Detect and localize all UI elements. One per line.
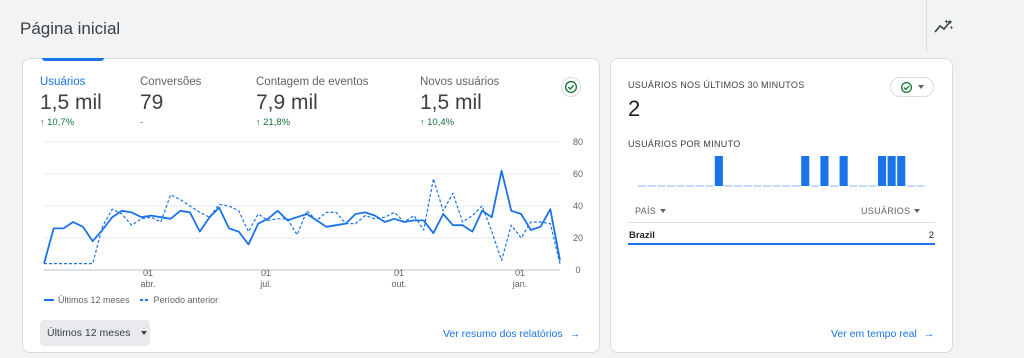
minute-bar xyxy=(801,156,810,186)
metric-value: 1,5 mil xyxy=(40,91,102,114)
metric-change: 10,4% xyxy=(427,117,455,128)
y-tick-label: 0 xyxy=(575,265,580,275)
view-reports-label: Ver resumo dos relatórios xyxy=(443,328,563,340)
users-cell: 2 xyxy=(928,230,934,241)
country-column-header[interactable]: PAÍS xyxy=(635,206,667,216)
metric-tab-conversoes[interactable]: Conversões 79 - xyxy=(140,76,250,134)
chart-legend: Últimos 12 meses Período anterior xyxy=(44,295,218,305)
arrow-up-icon: ↑ xyxy=(256,117,261,127)
metric-change: 10,7% xyxy=(47,117,75,128)
minute-bar xyxy=(820,156,829,186)
insights-icon[interactable] xyxy=(934,19,954,35)
country-cell: Brazil xyxy=(629,230,655,241)
x-tick-month: jul. xyxy=(259,279,272,289)
y-tick-label: 60 xyxy=(573,169,583,179)
arrow-up-icon: ↑ xyxy=(420,117,425,127)
page-title: Página inicial xyxy=(20,19,121,38)
caret-down-icon xyxy=(141,331,148,336)
minute-bar xyxy=(839,156,848,186)
metric-change: - xyxy=(140,117,144,128)
legend-solid-swatch xyxy=(44,299,54,301)
caret-down-icon xyxy=(660,209,667,213)
minute-bar-chart xyxy=(638,156,925,187)
date-range-dropdown[interactable]: Últimos 12 meses xyxy=(40,320,150,346)
x-tick-day: 01 xyxy=(143,268,153,278)
y-tick-label: 20 xyxy=(573,233,583,243)
x-tick-day: 01 xyxy=(394,268,404,278)
arrow-right-icon: → xyxy=(569,328,581,340)
legend-label: Últimos 12 meses xyxy=(58,295,130,305)
users-column-header[interactable]: USUÁRIOS xyxy=(861,206,921,216)
users-header-label: USUÁRIOS xyxy=(861,206,911,216)
minute-bar xyxy=(887,156,896,186)
arrow-up-icon: ↑ xyxy=(40,117,45,127)
caret-down-icon xyxy=(918,85,924,89)
metric-label: Novos usuários xyxy=(420,76,500,88)
series-line-ultimos-12-meses xyxy=(43,169,561,264)
metric-tab-usuarios[interactable]: Usuários 1,5 mil ↑ 10,7% xyxy=(40,76,135,134)
row-bar xyxy=(628,243,935,245)
metric-label: Contagem de eventos xyxy=(256,76,369,88)
y-tick-label: 40 xyxy=(573,201,583,211)
metric-label: Usuários xyxy=(40,76,86,88)
realtime-compare-button[interactable] xyxy=(890,77,934,97)
line-chart: 80604020001abr.01jul.01out.01jan. xyxy=(43,137,583,289)
table-row[interactable]: Brazil 2 xyxy=(628,223,935,245)
caret-down-icon xyxy=(914,209,921,213)
x-tick-day: 01 xyxy=(515,268,525,278)
metric-value: 7,9 mil xyxy=(256,91,318,114)
metric-label: Conversões xyxy=(140,76,202,88)
realtime-title: USUÁRIOS NOS ÚLTIMOS 30 MINUTOS xyxy=(628,80,805,90)
legend-dashed-swatch xyxy=(139,299,150,301)
x-tick-day: 01 xyxy=(261,268,271,278)
minute-bar xyxy=(878,156,887,186)
check-circle-icon[interactable] xyxy=(561,77,581,97)
x-tick-month: out. xyxy=(391,279,406,289)
view-reports-link[interactable]: Ver resumo dos relatórios → xyxy=(443,328,580,340)
realtime-value: 2 xyxy=(628,96,641,121)
legend-label: Período anterior xyxy=(153,295,219,305)
arrow-right-icon: → xyxy=(923,328,935,340)
x-tick-month: jan. xyxy=(512,279,528,289)
country-header-label: PAÍS xyxy=(635,206,657,216)
minute-bar xyxy=(897,156,906,186)
view-realtime-label: Ver em tempo real xyxy=(831,328,917,340)
view-realtime-link[interactable]: Ver em tempo real → xyxy=(831,328,934,340)
x-tick-month: abr. xyxy=(140,279,155,289)
date-range-label: Últimos 12 meses xyxy=(47,327,131,339)
metric-tab-eventos[interactable]: Contagem de eventos 7,9 mil ↑ 21,8% xyxy=(256,76,416,134)
minute-bar xyxy=(714,156,723,186)
metric-tab-novos-usuarios[interactable]: Novos usuários 1,5 mil ↑ 10,4% xyxy=(420,76,530,134)
check-circle-icon xyxy=(900,81,913,93)
series-line-periodo-anterior xyxy=(44,178,561,265)
y-tick-label: 80 xyxy=(573,137,583,147)
per-minute-label: USUÁRIOS POR MINUTO xyxy=(628,139,741,149)
metric-value: 79 xyxy=(140,91,164,114)
active-tab-indicator xyxy=(42,58,104,61)
metric-value: 1,5 mil xyxy=(420,91,482,114)
metric-change: 21,8% xyxy=(263,117,291,128)
header-divider xyxy=(926,0,927,52)
